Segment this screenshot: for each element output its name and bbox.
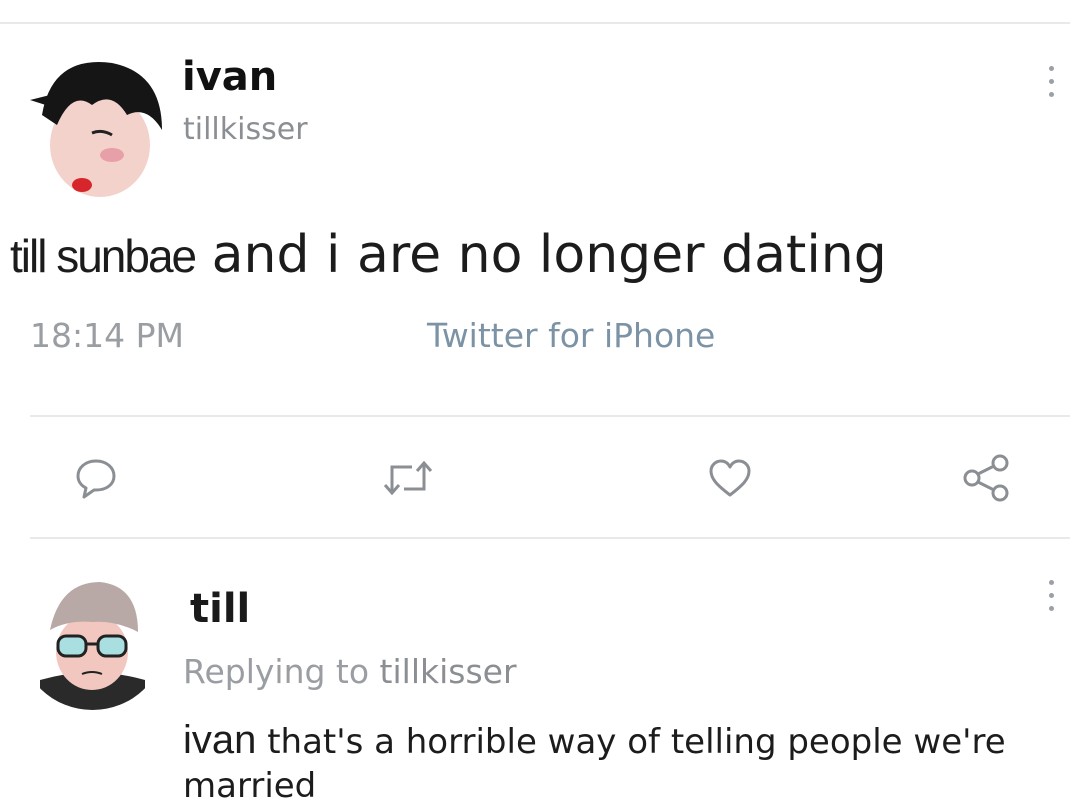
comment-button[interactable] [66, 448, 126, 508]
avatar-illustration [22, 45, 170, 201]
reply-more-options-icon[interactable] [1044, 580, 1058, 611]
tweet-source-link[interactable]: Twitter for iPhone [427, 316, 715, 355]
action-bar-top-divider [30, 415, 1070, 417]
avatar[interactable] [22, 45, 170, 201]
author-name[interactable]: ivan [182, 54, 277, 100]
top-divider [0, 22, 1070, 24]
replying-to: Replying to tillkisser [183, 652, 517, 691]
comment-icon [76, 459, 116, 499]
action-bar-bottom-divider [30, 537, 1070, 539]
retweet-icon [383, 460, 433, 496]
share-icon [963, 454, 1009, 502]
reply-mention: ivan [183, 718, 257, 762]
tweet-timestamp: 18:14 PM [30, 316, 184, 355]
tweet-text: till sunbae and i are no longer dating [10, 225, 887, 285]
share-button[interactable] [956, 448, 1016, 508]
reply-author-name[interactable]: till [190, 586, 250, 632]
replying-to-handle[interactable]: tillkisser [380, 652, 517, 691]
replying-to-label: Replying to [183, 652, 370, 691]
tweet-mention: till sunbae [10, 230, 197, 282]
reply-body: that's a horrible way of telling people … [183, 722, 1006, 806]
tweet-body: and i are no longer dating [195, 225, 887, 285]
like-button[interactable] [700, 448, 760, 508]
heart-icon [709, 459, 751, 497]
reply-text: ivan that's a horrible way of telling pe… [183, 718, 1063, 808]
author-handle[interactable]: tillkisser [183, 112, 308, 147]
reply-avatar-illustration [20, 570, 165, 710]
more-options-icon[interactable] [1044, 66, 1058, 97]
retweet-button[interactable] [378, 448, 438, 508]
reply-avatar[interactable] [20, 570, 165, 710]
